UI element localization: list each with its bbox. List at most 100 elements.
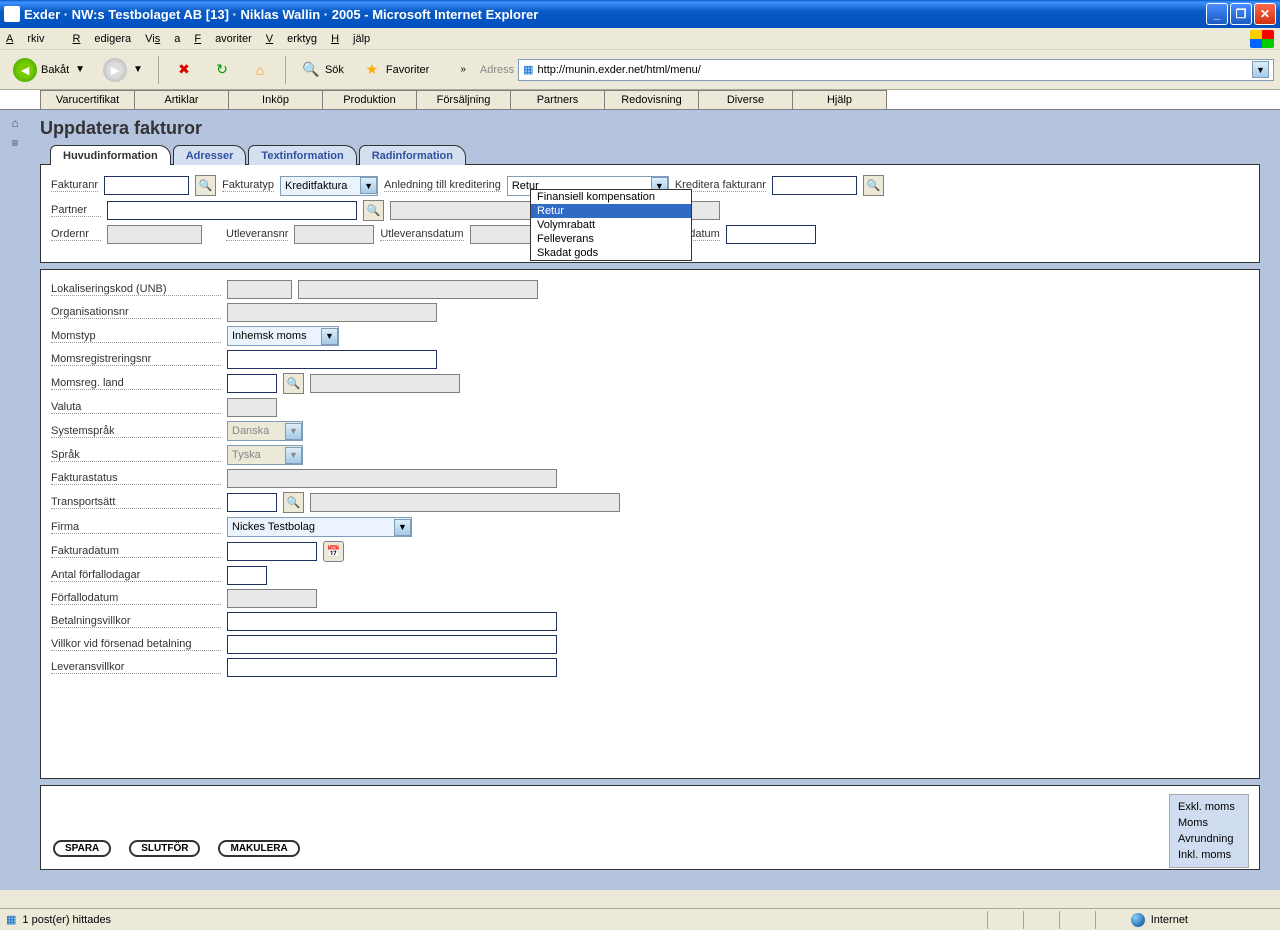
tab-diverse[interactable]: Diverse	[698, 90, 793, 109]
forfallo-display	[227, 589, 317, 608]
upper-form-panel: Fakturanr 🔍 Fakturatyp Kreditfaktura ▼ A…	[40, 164, 1260, 263]
tab-varucertifikat[interactable]: Varucertifikat	[40, 90, 135, 109]
statusbar: ▦ 1 post(er) hittades Internet	[0, 908, 1280, 930]
separator	[285, 56, 286, 84]
dropdown-option[interactable]: Felleverans	[531, 232, 691, 246]
tab-huvudinformation[interactable]: Huvudinformation	[50, 145, 171, 165]
tab-inkop[interactable]: Inköp	[228, 90, 323, 109]
momsreg-input[interactable]	[227, 350, 437, 369]
stop-button[interactable]: ✖	[167, 56, 201, 84]
page-icon: ▦	[523, 63, 533, 76]
tab-redovisning[interactable]: Redovisning	[604, 90, 699, 109]
label-sprak: Språk	[51, 449, 221, 462]
fakturatyp-select[interactable]: Kreditfaktura ▼	[280, 176, 378, 196]
globe-icon	[1131, 913, 1145, 927]
label-fakturanr: Fakturanr	[51, 179, 98, 192]
search-button[interactable]: 🔍Sök	[294, 56, 351, 84]
anledning-dropdown[interactable]: Finansiell kompensation Retur Volymrabat…	[530, 189, 692, 261]
calendar-button[interactable]: 📅	[323, 541, 344, 562]
tab-textinformation[interactable]: Textinformation	[248, 145, 356, 165]
favorites-label: Favoriter	[386, 64, 429, 76]
minimize-button[interactable]: _	[1206, 3, 1228, 25]
label-sysspr: Systemspråk	[51, 425, 221, 438]
chevron-down-icon: ▼	[285, 423, 302, 440]
menu-visa[interactable]: Visa	[145, 33, 180, 45]
kreditera-input[interactable]	[772, 176, 857, 195]
antal-input[interactable]	[227, 566, 267, 585]
tab-adresser[interactable]: Adresser	[173, 145, 247, 165]
lookup-button[interactable]: 🔍	[283, 492, 304, 513]
sysspr-value: Danska	[228, 425, 285, 437]
transport-input[interactable]	[227, 493, 277, 512]
address-input[interactable]: ▦ http://munin.exder.net/html/menu/ ▼	[518, 59, 1274, 81]
tab-radinformation[interactable]: Radinformation	[359, 145, 466, 165]
ordernr-display	[107, 225, 202, 244]
momsland-input[interactable]	[227, 374, 277, 393]
back-label: Bakåt	[41, 64, 69, 76]
utleveransnr-display	[294, 225, 374, 244]
menu-hjalp[interactable]: Hjälp	[331, 33, 370, 45]
lookup-button[interactable]: 🔍	[363, 200, 384, 221]
villkorforsen-input[interactable]	[227, 635, 557, 654]
form-tabs: Huvudinformation Adresser Textinformatio…	[0, 145, 1280, 165]
star-icon: ★	[362, 60, 382, 80]
dropdown-option[interactable]: Volymrabatt	[531, 218, 691, 232]
spara-button[interactable]: SPARA	[53, 840, 111, 857]
home-icon: ⌂	[250, 60, 270, 80]
fakturatyp-value: Kreditfaktura	[281, 180, 360, 192]
dropdown-option[interactable]: Finansiell kompensation	[531, 190, 691, 204]
tab-artiklar[interactable]: Artiklar	[134, 90, 229, 109]
menu-verktyg[interactable]: Verktyg	[266, 33, 317, 45]
partner-input[interactable]	[107, 201, 357, 220]
lookup-button[interactable]: 🔍	[283, 373, 304, 394]
tab-forsaljning[interactable]: Försäljning	[416, 90, 511, 109]
betvillkor-input[interactable]	[227, 612, 557, 631]
tab-hjalp[interactable]: Hjälp	[792, 90, 887, 109]
momstyp-select[interactable]: Inhemsk moms ▼	[227, 326, 339, 346]
tab-produktion[interactable]: Produktion	[322, 90, 417, 109]
slutfor-button[interactable]: SLUTFÖR	[129, 840, 200, 857]
address-label: Adress	[480, 64, 514, 76]
close-button[interactable]: ✕	[1254, 3, 1276, 25]
menu-redigera[interactable]: Redigera	[72, 33, 131, 45]
levvillkor-input[interactable]	[227, 658, 557, 677]
tab-partners[interactable]: Partners	[510, 90, 605, 109]
dropdown-option[interactable]: Retur	[531, 204, 691, 218]
home-button[interactable]: ⌂	[243, 56, 277, 84]
overflow-icon[interactable]: »	[460, 64, 466, 75]
back-button[interactable]: ◄ Bakåt ▼	[6, 54, 92, 86]
label-forfallo: Förfallodatum	[51, 592, 221, 605]
dropdown-option[interactable]: Skadat gods	[531, 246, 691, 260]
chevron-down-icon[interactable]: ▼	[1252, 61, 1269, 78]
window-title: Exder · NW:s Testbolaget AB [13] · Nikla…	[24, 7, 1206, 22]
ankomstdatum-input[interactable]	[726, 225, 816, 244]
label-fdatum: Fakturadatum	[51, 545, 221, 558]
label-antal: Antal förfallodagar	[51, 569, 221, 582]
fdatum-input[interactable]	[227, 542, 317, 561]
sprak-select: Tyska ▼	[227, 445, 303, 465]
firma-select[interactable]: Nickes Testbolag ▼	[227, 517, 412, 537]
home-icon[interactable]: ⌂	[7, 116, 23, 130]
footer-panel: SPARA SLUTFÖR MAKULERA Exkl. moms Moms A…	[40, 785, 1260, 870]
total-moms: Moms	[1178, 815, 1240, 831]
lookup-button[interactable]: 🔍	[195, 175, 216, 196]
menu-arkiv[interactable]: Arkiv	[6, 33, 58, 45]
forward-button[interactable]: ► ▼	[96, 54, 150, 86]
total-inkl: Inkl. moms	[1178, 847, 1240, 863]
lookup-button[interactable]: 🔍	[863, 175, 884, 196]
refresh-button[interactable]: ↻	[205, 56, 239, 84]
favorites-button[interactable]: ★ Favoriter	[355, 56, 436, 84]
makulera-button[interactable]: MAKULERA	[218, 840, 299, 857]
address-bar: Adress ▦ http://munin.exder.net/html/men…	[480, 59, 1274, 81]
forward-icon: ►	[103, 58, 127, 82]
maximize-button[interactable]: ❐	[1230, 3, 1252, 25]
orgnr-display	[227, 303, 437, 322]
menu-favoriter[interactable]: Favoriter	[194, 33, 251, 45]
refresh-icon: ↻	[212, 60, 232, 80]
chevron-down-icon: ▼	[133, 64, 143, 75]
label-momsland: Momsreg. land	[51, 377, 221, 390]
module-tabs: Varucertifikat Artiklar Inköp Produktion…	[0, 90, 1280, 110]
fakturanr-input[interactable]	[104, 176, 189, 195]
stop-icon: ✖	[174, 60, 194, 80]
window-titlebar: Exder · NW:s Testbolaget AB [13] · Nikla…	[0, 0, 1280, 28]
